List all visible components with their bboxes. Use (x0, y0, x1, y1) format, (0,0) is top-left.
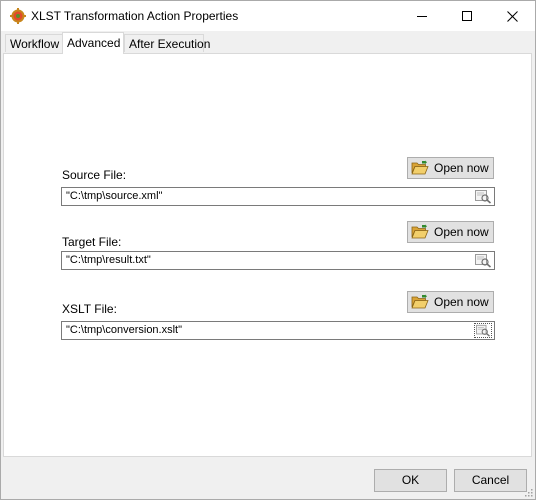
xslt-open-now-button[interactable]: Open now (407, 291, 494, 313)
open-now-label: Open now (434, 161, 489, 175)
close-icon (507, 11, 518, 22)
source-file-label: Source File: (62, 168, 127, 182)
open-folder-icon (411, 160, 429, 175)
app-gear-icon (10, 8, 26, 24)
close-button[interactable] (490, 1, 535, 31)
open-now-label: Open now (434, 295, 489, 309)
maximize-icon (462, 11, 472, 21)
title-bar[interactable]: XLST Transformation Action Properties (1, 1, 535, 31)
xslt-file-label: XSLT File: (62, 302, 117, 316)
tab-workflow[interactable]: Workflow (5, 34, 63, 52)
browse-icon[interactable] (474, 253, 492, 268)
properties-dialog: XLST Transformation Action Properties Wo… (0, 0, 536, 500)
browse-icon[interactable] (474, 189, 492, 204)
cancel-button[interactable]: Cancel (454, 469, 527, 492)
target-file-value: "C:\tmp\result.txt" (66, 254, 151, 266)
tab-strip: Workflow Advanced After Execution (3, 32, 533, 54)
source-file-field[interactable]: "C:\tmp\source.xml" (61, 187, 495, 206)
minimize-icon (417, 16, 427, 17)
source-open-now-button[interactable]: Open now (407, 157, 494, 179)
target-file-field[interactable]: "C:\tmp\result.txt" (61, 251, 495, 270)
xslt-file-value: "C:\tmp\conversion.xslt" (66, 324, 183, 336)
target-file-label: Target File: (62, 235, 122, 249)
open-now-label: Open now (434, 225, 489, 239)
tab-after-execution[interactable]: After Execution (124, 34, 210, 52)
minimize-button[interactable] (400, 1, 445, 31)
ok-button[interactable]: OK (374, 469, 447, 492)
resize-grip-icon[interactable] (523, 487, 533, 497)
open-folder-icon (411, 224, 429, 239)
browse-icon[interactable] (474, 323, 492, 338)
target-open-now-button[interactable]: Open now (407, 221, 494, 243)
window-title: XLST Transformation Action Properties (31, 9, 239, 23)
maximize-button[interactable] (445, 1, 490, 31)
tab-advanced[interactable]: Advanced (62, 32, 124, 54)
open-folder-icon (411, 294, 429, 309)
source-file-value: "C:\tmp\source.xml" (66, 190, 163, 202)
xslt-file-field[interactable]: "C:\tmp\conversion.xslt" (61, 321, 495, 340)
